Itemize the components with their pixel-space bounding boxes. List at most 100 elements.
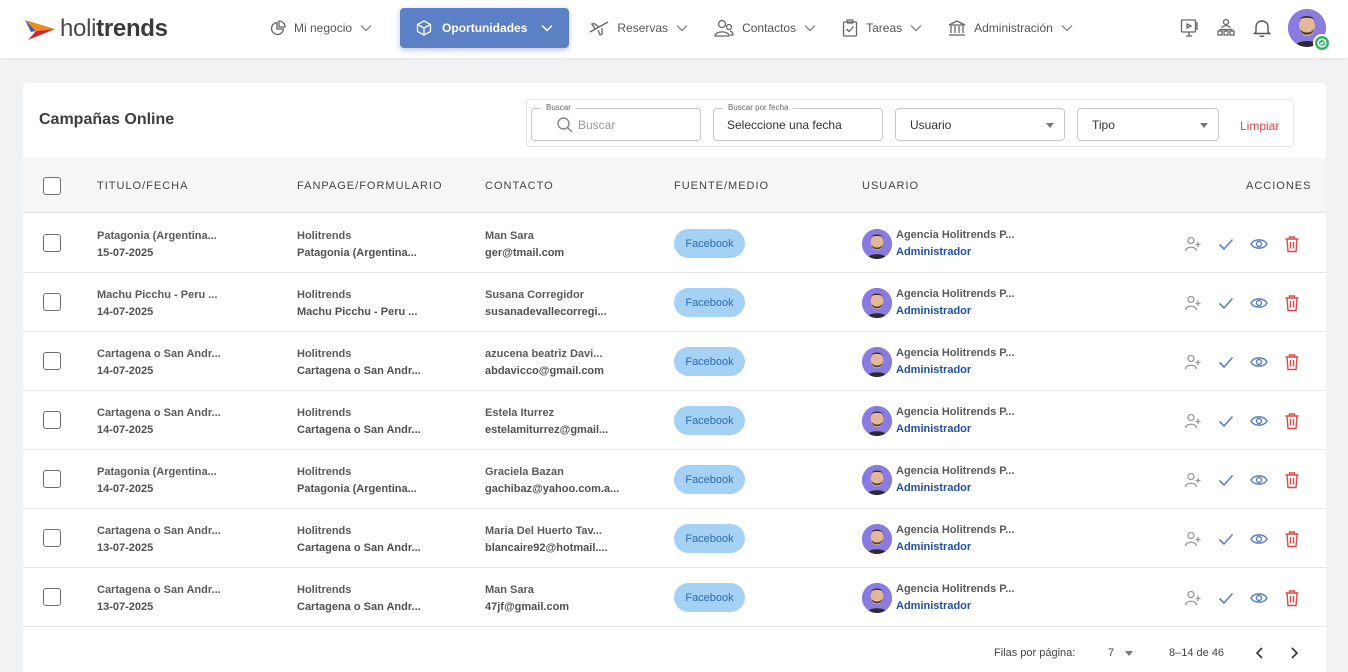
check-icon[interactable] xyxy=(1216,411,1236,431)
user-cell: Agencia Holitrends P... Administrador xyxy=(896,345,1014,379)
contact-cell: Estela Iturrez estelamiturrez@gmail... xyxy=(485,405,608,439)
assign-user-icon[interactable] xyxy=(1183,352,1203,372)
header-usuario[interactable]: USUARIO xyxy=(862,180,919,192)
check-icon[interactable] xyxy=(1216,293,1236,313)
user-select[interactable]: Usuario xyxy=(895,108,1065,141)
fanpage-form-cell: Holitrends Cartagena o San Andr... xyxy=(297,523,421,557)
assign-user-icon[interactable] xyxy=(1183,529,1203,549)
nav-mi-negocio[interactable]: Mi negocio xyxy=(258,8,384,48)
next-page-icon[interactable] xyxy=(1285,644,1303,665)
check-icon[interactable] xyxy=(1216,529,1236,549)
table-row[interactable]: Cartagena o San Andr... 13-07-2025 Holitre… xyxy=(23,509,1326,568)
pagination: Filas por página: 7 8–14 de 46 xyxy=(23,631,1326,672)
search-input[interactable]: Buscar Buscar xyxy=(531,103,701,141)
view-eye-icon[interactable] xyxy=(1249,529,1269,549)
fanpage-name: Holitrends xyxy=(297,289,352,301)
table-row[interactable]: Cartagena o San Andr... 14-07-2025 Holitre… xyxy=(23,391,1326,450)
bell-icon[interactable] xyxy=(1252,17,1272,39)
assign-user-icon[interactable] xyxy=(1183,588,1203,608)
campaign-date: 14-07-2025 xyxy=(97,483,154,495)
assign-user-icon[interactable] xyxy=(1183,411,1203,431)
form-name: Cartagena o San Andr... xyxy=(297,365,421,377)
delete-trash-icon[interactable] xyxy=(1282,234,1302,254)
title-date-cell: Cartagena o San Andr... 13-07-2025 xyxy=(97,523,221,557)
check-icon[interactable] xyxy=(1216,588,1236,608)
row-checkbox[interactable] xyxy=(43,352,61,370)
fanpage-name: Holitrends xyxy=(297,407,352,419)
chevron-down-icon xyxy=(360,25,372,32)
user-role: Administrador xyxy=(896,600,972,612)
prev-page-icon[interactable] xyxy=(1251,644,1269,665)
check-icon[interactable] xyxy=(1216,352,1236,372)
fanpage-name: Holitrends xyxy=(297,466,352,478)
row-checkbox[interactable] xyxy=(43,529,61,547)
user-cell: Agencia Holitrends P... Administrador xyxy=(896,227,1014,261)
campaign-date: 14-07-2025 xyxy=(97,424,154,436)
title-date-cell: Cartagena o San Andr... 14-07-2025 xyxy=(97,346,221,380)
caret-down-icon[interactable] xyxy=(1125,651,1133,656)
view-eye-icon[interactable] xyxy=(1249,352,1269,372)
type-select[interactable]: Tipo xyxy=(1077,108,1219,141)
clear-filters-button[interactable]: Limpiar xyxy=(1240,119,1279,133)
header-titulo-fecha[interactable]: TITULO/FECHA xyxy=(97,180,188,192)
header-fanpage-formulario[interactable]: FANPAGE/FORMULARIO xyxy=(297,180,443,192)
rows-per-page-select[interactable]: 7 xyxy=(1108,647,1114,659)
user-role: Administrador xyxy=(896,541,972,553)
row-checkbox[interactable] xyxy=(43,234,61,252)
contact-name: azucena beatriz Davi... xyxy=(485,348,603,360)
source-badge: Facebook xyxy=(674,583,745,612)
assign-user-icon[interactable] xyxy=(1183,470,1203,490)
fanpage-name: Holitrends xyxy=(297,525,352,537)
view-eye-icon[interactable] xyxy=(1249,293,1269,313)
table-row[interactable]: Patagonia (Argentina... 14-07-2025 Holitre… xyxy=(23,450,1326,509)
table-row[interactable]: Patagonia (Argentina... 15-07-2025 Holitre… xyxy=(23,214,1326,273)
row-checkbox[interactable] xyxy=(43,411,61,429)
header-fuente-medio[interactable]: FUENTE/MEDIO xyxy=(674,180,769,192)
user-name: Agencia Holitrends P... xyxy=(896,406,1015,418)
view-eye-icon[interactable] xyxy=(1249,234,1269,254)
nav-oportunidades[interactable]: Oportunidades xyxy=(400,8,570,48)
date-filter[interactable]: Buscar por fecha Seleccione una fecha xyxy=(713,103,883,141)
nav-administracion[interactable]: Administración xyxy=(936,8,1085,48)
user-cell: Agencia Holitrends P... Administrador xyxy=(896,286,1014,320)
delete-trash-icon[interactable] xyxy=(1282,529,1302,549)
delete-trash-icon[interactable] xyxy=(1282,470,1302,490)
fanpage-form-cell: Holitrends Patagonia (Argentina... xyxy=(297,464,417,498)
header-contacto[interactable]: CONTACTO xyxy=(485,180,554,192)
nav-reservas[interactable]: Reservas xyxy=(577,8,700,48)
nav-contactos[interactable]: Contactos xyxy=(702,8,828,48)
delete-trash-icon[interactable] xyxy=(1282,588,1302,608)
row-checkbox[interactable] xyxy=(43,470,61,488)
org-chart-icon[interactable] xyxy=(1216,17,1236,39)
filters-bar: Buscar Buscar Buscar por fecha Seleccion… xyxy=(526,99,1294,147)
contact-name: Maria Del Huerto Tav... xyxy=(485,525,602,537)
screen-play-icon[interactable] xyxy=(1180,17,1200,39)
row-checkbox[interactable] xyxy=(43,588,61,606)
table-row[interactable]: Cartagena o San Andr... 13-07-2025 Holitre… xyxy=(23,568,1326,627)
title-date-cell: Cartagena o San Andr... 13-07-2025 xyxy=(97,582,221,616)
table-row[interactable]: Cartagena o San Andr... 14-07-2025 Holitre… xyxy=(23,332,1326,391)
main-nav: Mi negocio Oportunidades Reservas Contac… xyxy=(258,8,1087,48)
row-checkbox[interactable] xyxy=(43,293,61,311)
check-icon[interactable] xyxy=(1216,234,1236,254)
view-eye-icon[interactable] xyxy=(1249,470,1269,490)
delete-trash-icon[interactable] xyxy=(1282,293,1302,313)
select-all-checkbox[interactable] xyxy=(43,177,61,195)
delete-trash-icon[interactable] xyxy=(1282,352,1302,372)
holitrends-logo[interactable]: holitrends xyxy=(24,14,168,44)
assign-user-icon[interactable] xyxy=(1183,234,1203,254)
delete-trash-icon[interactable] xyxy=(1282,411,1302,431)
user-avatar xyxy=(862,583,892,613)
fanpage-form-cell: Holitrends Patagonia (Argentina... xyxy=(297,228,417,262)
users-icon xyxy=(714,19,734,37)
clipboard-check-icon xyxy=(842,19,858,37)
check-icon[interactable] xyxy=(1216,470,1236,490)
cube-icon xyxy=(416,20,432,36)
view-eye-icon[interactable] xyxy=(1249,411,1269,431)
assign-user-icon[interactable] xyxy=(1183,293,1203,313)
table-row[interactable]: Machu Picchu - Peru ... 14-07-2025 Holitre… xyxy=(23,273,1326,332)
view-eye-icon[interactable] xyxy=(1249,588,1269,608)
nav-tareas[interactable]: Tareas xyxy=(830,8,934,48)
user-cell: Agencia Holitrends P... Administrador xyxy=(896,404,1014,438)
user-name: Agencia Holitrends P... xyxy=(896,583,1015,595)
